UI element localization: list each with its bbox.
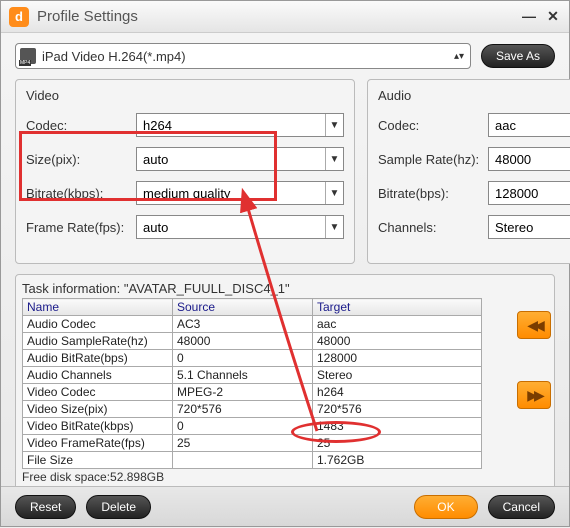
video-bitrate-label: Bitrate(kbps):: [26, 186, 136, 201]
cell-source: 5.1 Channels: [173, 367, 313, 384]
table-row: Video CodecMPEG-2h264: [23, 384, 482, 401]
cell-source: 0: [173, 350, 313, 367]
audio-channels-input[interactable]: [489, 216, 570, 238]
cell-name: Video Codec: [23, 384, 173, 401]
cell-target: aac: [313, 316, 482, 333]
audio-channels-label: Channels:: [378, 220, 488, 235]
table-row: File Size 1.762GB: [23, 452, 482, 469]
chevron-down-icon[interactable]: ▼: [325, 148, 343, 170]
table-row: Video Size(pix)720*576720*576: [23, 401, 482, 418]
col-source: Source: [173, 299, 313, 316]
cell-source: 48000: [173, 333, 313, 350]
audio-bitrate-label: Bitrate(bps):: [378, 186, 488, 201]
cancel-button[interactable]: Cancel: [488, 495, 555, 519]
video-size-input[interactable]: [137, 148, 325, 170]
cell-target: 48000: [313, 333, 482, 350]
cell-source: 0: [173, 418, 313, 435]
chevron-down-icon[interactable]: ▼: [325, 216, 343, 238]
audio-codec-label: Codec:: [378, 118, 488, 133]
audio-samplerate-select[interactable]: ▼: [488, 147, 570, 171]
video-heading: Video: [26, 88, 344, 103]
cell-name: Video BitRate(kbps): [23, 418, 173, 435]
cell-source: AC3: [173, 316, 313, 333]
minimize-icon[interactable]: —: [521, 9, 537, 25]
prev-button[interactable]: ◀◀: [517, 311, 551, 339]
table-row: Video BitRate(kbps)01483: [23, 418, 482, 435]
table-row: Audio Channels5.1 ChannelsStereo: [23, 367, 482, 384]
cell-target: 25: [313, 435, 482, 452]
free-disk-space: Free disk space:52.898GB: [22, 470, 548, 484]
table-row: Video FrameRate(fps)2525: [23, 435, 482, 452]
audio-samplerate-input[interactable]: [489, 148, 570, 170]
cell-source: 720*576: [173, 401, 313, 418]
audio-codec-input[interactable]: [489, 114, 570, 136]
video-size-label: Size(pix):: [26, 152, 136, 167]
save-as-button[interactable]: Save As: [481, 44, 555, 68]
audio-codec-select[interactable]: ▼: [488, 113, 570, 137]
audio-bitrate-input[interactable]: [489, 182, 570, 204]
cell-source: MPEG-2: [173, 384, 313, 401]
cell-target: 128000: [313, 350, 482, 367]
chevron-down-icon[interactable]: ▼: [325, 114, 343, 136]
ok-button[interactable]: OK: [414, 495, 477, 519]
bottom-toolbar: Reset Delete OK Cancel: [1, 486, 569, 526]
cell-target: 1483: [313, 418, 482, 435]
cell-name: Audio Codec: [23, 316, 173, 333]
delete-button[interactable]: Delete: [86, 495, 151, 519]
table-header-row: Name Source Target: [23, 299, 482, 316]
video-framerate-label: Frame Rate(fps):: [26, 220, 136, 235]
close-icon[interactable]: ✕: [545, 9, 561, 25]
profile-label: iPad Video H.264(*.mp4): [42, 49, 452, 64]
video-framerate-input[interactable]: [137, 216, 325, 238]
audio-bitrate-select[interactable]: ▼: [488, 181, 570, 205]
cell-name: Audio BitRate(bps): [23, 350, 173, 367]
video-framerate-select[interactable]: ▼: [136, 215, 344, 239]
cell-source: [173, 452, 313, 469]
audio-heading: Audio: [378, 88, 570, 103]
audio-samplerate-label: Sample Rate(hz):: [378, 152, 488, 167]
app-logo-icon: d: [9, 7, 29, 27]
video-panel: Video Codec: ▼ Size(pix): ▼ Bitrate(kbps…: [15, 79, 355, 264]
cell-target: 1.762GB: [313, 452, 482, 469]
col-name: Name: [23, 299, 173, 316]
task-title: Task information: "AVATAR_FUULL_DISC4_1": [22, 281, 548, 296]
profile-dropdown[interactable]: iPad Video H.264(*.mp4) ▴▾: [15, 43, 471, 69]
chevron-updown-icon[interactable]: ▴▾: [452, 51, 466, 62]
table-row: Audio BitRate(bps)0128000: [23, 350, 482, 367]
table-row: Audio CodecAC3aac: [23, 316, 482, 333]
video-codec-input[interactable]: [137, 114, 325, 136]
cell-target: h264: [313, 384, 482, 401]
chevron-down-icon[interactable]: ▼: [325, 182, 343, 204]
cell-name: File Size: [23, 452, 173, 469]
video-codec-label: Codec:: [26, 118, 136, 133]
cell-name: Video Size(pix): [23, 401, 173, 418]
task-info-panel: Task information: "AVATAR_FUULL_DISC4_1"…: [15, 274, 555, 491]
cell-target: Stereo: [313, 367, 482, 384]
titlebar: d Profile Settings — ✕: [1, 1, 569, 33]
cell-name: Video FrameRate(fps): [23, 435, 173, 452]
format-icon: [20, 48, 36, 64]
profile-settings-window: d Profile Settings — ✕ iPad Video H.264(…: [0, 0, 570, 527]
col-target: Target: [313, 299, 482, 316]
cell-name: Audio SampleRate(hz): [23, 333, 173, 350]
next-button[interactable]: ▶▶: [517, 381, 551, 409]
window-title: Profile Settings: [37, 8, 513, 25]
video-bitrate-input[interactable]: [137, 182, 325, 204]
table-row: Audio SampleRate(hz)4800048000: [23, 333, 482, 350]
video-size-select[interactable]: ▼: [136, 147, 344, 171]
audio-panel: Audio Codec: ▼ Sample Rate(hz): ▼ Bitrat…: [367, 79, 570, 264]
reset-button[interactable]: Reset: [15, 495, 76, 519]
cell-target: 720*576: [313, 401, 482, 418]
audio-channels-select[interactable]: ▼: [488, 215, 570, 239]
cell-source: 25: [173, 435, 313, 452]
video-bitrate-select[interactable]: ▼: [136, 181, 344, 205]
task-table: Name Source Target Audio CodecAC3aacAudi…: [22, 298, 482, 469]
cell-name: Audio Channels: [23, 367, 173, 384]
video-codec-select[interactable]: ▼: [136, 113, 344, 137]
